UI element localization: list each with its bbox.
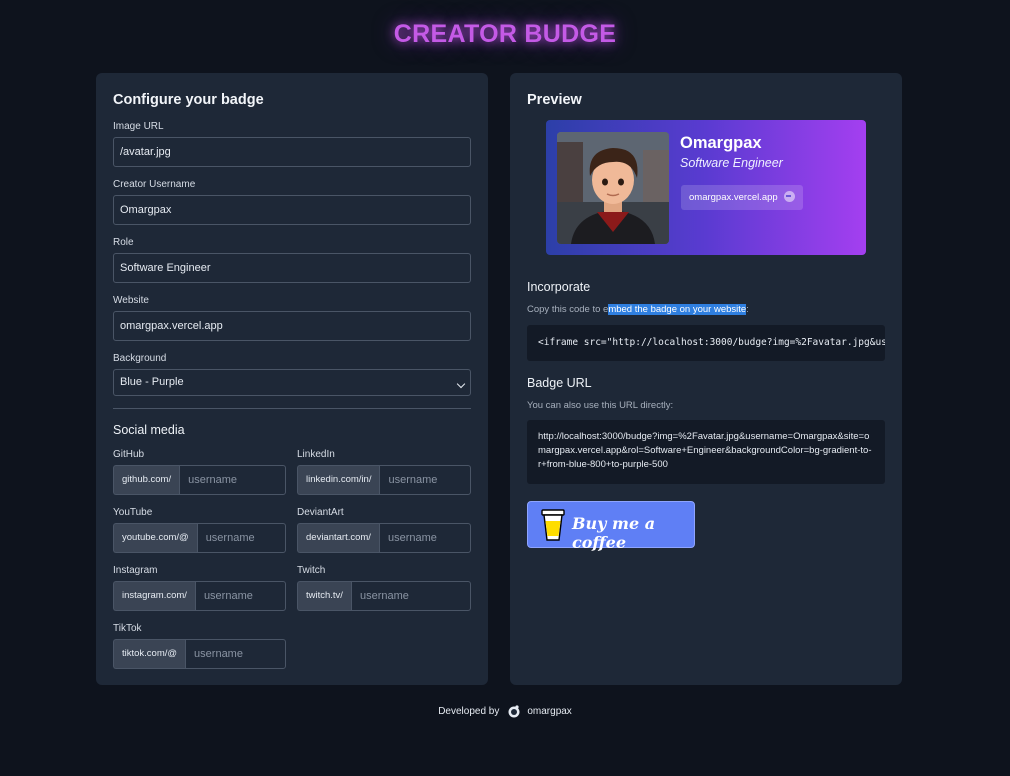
config-panel: Configure your badge Image URL /avatar.j… <box>96 73 488 685</box>
incorporate-description: Copy this code to embed the badge on you… <box>527 304 749 315</box>
github-label: GitHub <box>113 449 145 460</box>
instagram-input[interactable]: username <box>194 581 286 611</box>
incorporate-desc-end: : <box>746 304 749 315</box>
role-input[interactable]: Software Engineer <box>113 253 471 283</box>
deviantart-field: deviantart.com/ username <box>297 523 471 553</box>
linkedin-prefix: linkedin.com/in/ <box>297 465 380 495</box>
linkedin-input[interactable]: username <box>379 465 471 495</box>
github-input[interactable]: username <box>179 465 286 495</box>
tiktok-prefix: tiktok.com/@ <box>113 639 186 669</box>
instagram-label: Instagram <box>113 565 158 576</box>
incorporate-heading: Incorporate <box>527 280 591 294</box>
instagram-field: instagram.com/ username <box>113 581 286 611</box>
avatar <box>557 132 669 244</box>
arrow-right-icon <box>783 191 795 202</box>
website-label: Website <box>113 295 149 306</box>
badge-role: Software Engineer <box>680 156 783 170</box>
deviantart-input[interactable]: username <box>378 523 471 553</box>
preview-panel: Preview Omargpax Software Engineer omarg… <box>510 73 902 685</box>
deviantart-label: DeviantArt <box>297 507 344 518</box>
footer-author-link[interactable]: omargpax <box>527 706 571 717</box>
website-input[interactable]: omargpax.vercel.app <box>113 311 471 341</box>
incorporate-desc-start: Copy this code to e <box>527 304 609 315</box>
youtube-prefix: youtube.com/@ <box>113 523 197 553</box>
page-title: CREATOR BUDGE <box>393 20 617 48</box>
coffee-label: Buy me a coffee <box>572 514 656 552</box>
footer-prefix: Developed by <box>438 706 500 717</box>
divider <box>113 408 471 409</box>
incorporate-desc-highlight: mbed the badge on your website <box>608 304 747 315</box>
badge-url-heading: Badge URL <box>527 376 592 390</box>
avatar-image <box>557 132 669 244</box>
preview-heading: Preview <box>527 92 582 108</box>
background-select[interactable]: Blue - Purple <box>113 369 471 396</box>
badge-url-block[interactable]: http://localhost:3000/budge?img=%2Favata… <box>527 420 885 484</box>
image-url-label: Image URL <box>113 121 164 132</box>
twitch-field: twitch.tv/ username <box>297 581 471 611</box>
author-logo-icon <box>508 705 520 718</box>
coffee-cup-icon <box>541 509 565 541</box>
instagram-prefix: instagram.com/ <box>113 581 195 611</box>
background-label: Background <box>113 353 167 364</box>
tiktok-label: TikTok <box>113 623 142 634</box>
github-field: github.com/ username <box>113 465 286 495</box>
social-heading: Social media <box>113 423 185 437</box>
tiktok-field: tiktok.com/@ username <box>113 639 286 669</box>
badge-preview[interactable]: Omargpax Software Engineer omargpax.verc… <box>546 120 866 255</box>
linkedin-label: LinkedIn <box>297 449 335 460</box>
footer: Developed by omargpax <box>0 704 1010 718</box>
tiktok-input[interactable]: username <box>185 639 286 669</box>
twitch-prefix: twitch.tv/ <box>297 581 351 611</box>
youtube-label: YouTube <box>113 507 153 518</box>
buy-me-a-coffee-button[interactable]: Buy me a coffee <box>527 501 695 552</box>
username-label: Creator Username <box>113 179 196 190</box>
background-select-value: Blue - Purple <box>120 376 184 388</box>
badge-url-description: You can also use this URL directly: <box>527 400 674 411</box>
badge-name: Omargpax <box>680 134 762 152</box>
twitch-label: Twitch <box>297 565 326 576</box>
image-url-input[interactable]: /avatar.jpg <box>113 137 471 167</box>
youtube-input[interactable]: username <box>196 523 286 553</box>
config-heading: Configure your badge <box>113 92 264 108</box>
linkedin-field: linkedin.com/in/ username <box>297 465 471 495</box>
embed-code-block[interactable]: <iframe src="http://localhost:3000/budge… <box>527 325 885 361</box>
github-prefix: github.com/ <box>113 465 180 495</box>
badge-site-text: omargpax.vercel.app <box>689 192 778 203</box>
youtube-field: youtube.com/@ username <box>113 523 286 553</box>
username-input[interactable]: Omargpax <box>113 195 471 225</box>
chevron-down-icon <box>456 379 466 389</box>
badge-site-link[interactable]: omargpax.vercel.app <box>681 185 803 210</box>
twitch-input[interactable]: username <box>350 581 471 611</box>
role-label: Role <box>113 237 134 248</box>
deviantart-prefix: deviantart.com/ <box>297 523 379 553</box>
